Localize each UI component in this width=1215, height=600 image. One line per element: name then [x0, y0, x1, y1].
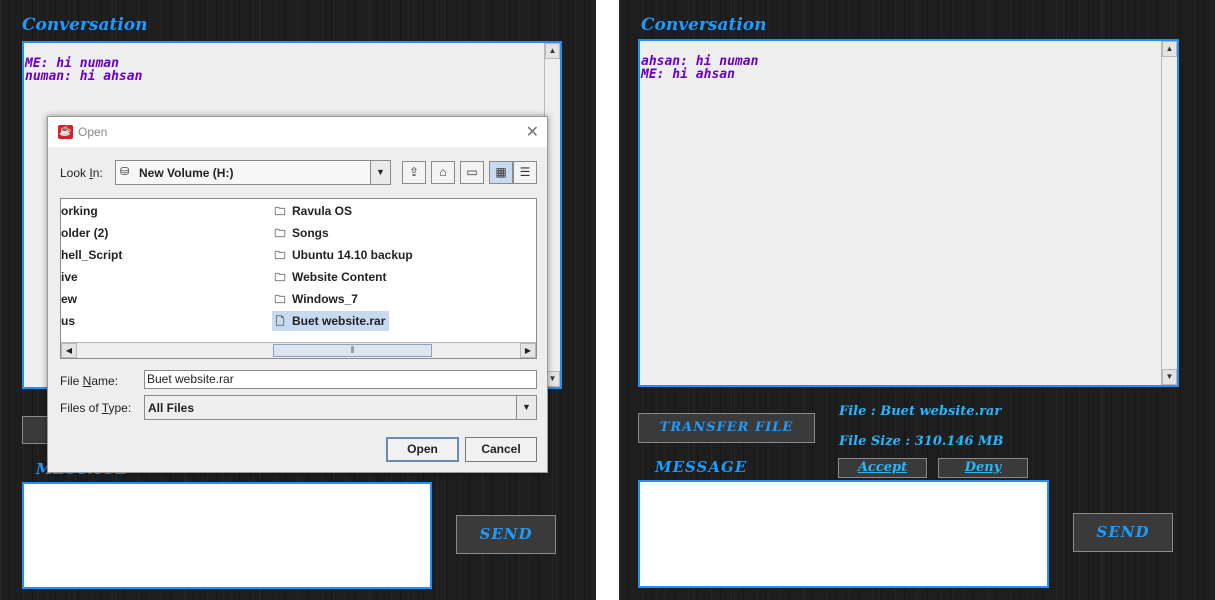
list-view-icon[interactable]: ▦	[489, 161, 513, 184]
chevron-down-icon[interactable]: ▼	[370, 161, 390, 184]
folder-icon: 🗀	[274, 294, 286, 306]
look-in-value: New Volume (H:)	[139, 166, 234, 180]
list-item-selected[interactable]: 🗋 Buet website.rar	[272, 311, 390, 331]
folder-icon: 🗀	[274, 228, 286, 240]
conversation-title: Conversation	[22, 15, 148, 35]
up-folder-icon[interactable]: ⇪	[402, 161, 426, 184]
list-item-label: Songs	[292, 226, 329, 240]
file-type-label: Files of Type:	[60, 401, 132, 415]
scroll-up-icon[interactable]: ▲	[545, 43, 560, 59]
file-name-label: File Name:	[60, 374, 119, 388]
open-button[interactable]: Open	[386, 437, 459, 462]
list-item[interactable]: 🗀 Website Content	[272, 267, 387, 287]
list-item[interactable]: hell_Script	[61, 245, 122, 265]
file-icon: 🗋	[275, 316, 285, 328]
scroll-right-icon[interactable]: ▶	[520, 343, 536, 358]
conversation-title: Conversation	[641, 15, 767, 35]
list-item[interactable]: older (2)	[61, 223, 108, 243]
list-item[interactable]: ive	[61, 267, 78, 287]
right-chat-window: Conversation ahsan: hi numan ME: hi ahsa…	[619, 0, 1215, 600]
scroll-down-icon[interactable]: ▼	[1162, 369, 1177, 385]
transfer-file-button[interactable]: TRANSFER FILE	[638, 413, 815, 443]
dialog-title: Open	[78, 125, 108, 139]
file-name-input[interactable]: Buet website.rar	[144, 370, 537, 389]
list-item-label: Buet website.rar	[292, 314, 386, 328]
message-label: MESSAGE	[655, 458, 748, 476]
list-item-label: Ubuntu 14.10 backup	[292, 248, 413, 262]
conversation-lines: ME: hi numan numan: hi ahsan	[25, 57, 142, 83]
list-item-label: Website Content	[292, 270, 387, 284]
file-list[interactable]: orking older (2) hell_Script ive ew us 🗀…	[60, 198, 537, 359]
list-item[interactable]: us	[61, 311, 75, 331]
send-button[interactable]: SEND	[1073, 513, 1173, 552]
list-item[interactable]: 🗀 Ubuntu 14.10 backup	[272, 245, 413, 265]
send-button[interactable]: SEND	[456, 515, 556, 554]
dialog-titlebar: ☕ Open ✕	[48, 117, 547, 147]
scroll-left-icon[interactable]: ◀	[61, 343, 77, 358]
list-item[interactable]: 🗀 Windows_7	[272, 289, 358, 309]
deny-button[interactable]: Deny	[938, 458, 1028, 478]
chevron-down-icon[interactable]: ▼	[516, 396, 536, 419]
close-icon[interactable]: ✕	[526, 122, 539, 142]
file-type-value: All Files	[148, 401, 195, 415]
drive-icon: ⛁	[120, 166, 130, 178]
open-file-dialog: ☕ Open ✕ Look In: ⛁ New Volume (H:) ▼ ⇪ …	[47, 116, 548, 473]
java-app-icon: ☕	[58, 125, 73, 139]
folder-icon: 🗀	[274, 250, 286, 262]
scroll-up-icon[interactable]: ▲	[1162, 41, 1177, 57]
message-input[interactable]	[22, 482, 432, 589]
chat-message: ME: hi ahsan	[641, 67, 735, 82]
horizontal-scrollbar[interactable]: ◀ ⦀ ▶	[61, 342, 536, 358]
new-folder-icon[interactable]: ▭	[460, 161, 484, 184]
file-size-info: File Size : 310.146 MB	[839, 434, 1004, 449]
left-chat-window: Conversation ME: hi numan numan: hi ahsa…	[0, 0, 596, 600]
file-name-info: File : Buet website.rar	[839, 404, 1002, 419]
home-icon[interactable]: ⌂	[431, 161, 455, 184]
conversation-area[interactable]: ahsan: hi numan ME: hi ahsan ▲ ▼	[638, 39, 1179, 387]
look-in-combo[interactable]: ⛁ New Volume (H:) ▼	[115, 160, 391, 185]
scroll-thumb[interactable]: ⦀	[273, 344, 432, 357]
list-item[interactable]: orking	[61, 201, 98, 221]
conversation-lines: ahsan: hi numan ME: hi ahsan	[641, 55, 758, 81]
list-item[interactable]: ew	[61, 289, 77, 309]
conversation-scrollbar[interactable]: ▲ ▼	[1161, 41, 1177, 385]
list-item[interactable]: 🗀 Songs	[272, 223, 329, 243]
list-item[interactable]: 🗀 Ravula OS	[272, 201, 353, 221]
folder-icon: 🗀	[274, 206, 286, 218]
accept-button[interactable]: Accept	[838, 458, 927, 478]
list-item-label: Ravula OS	[292, 204, 353, 218]
cancel-button[interactable]: Cancel	[465, 437, 537, 462]
look-in-label: Look In:	[60, 166, 103, 180]
chat-message: numan: hi ahsan	[25, 69, 143, 84]
details-view-icon[interactable]: ☰	[513, 161, 537, 184]
message-input[interactable]	[638, 480, 1049, 588]
list-item-label: Windows_7	[292, 292, 358, 306]
folder-icon: 🗀	[274, 272, 286, 284]
file-type-combo[interactable]: All Files ▼	[144, 395, 537, 420]
